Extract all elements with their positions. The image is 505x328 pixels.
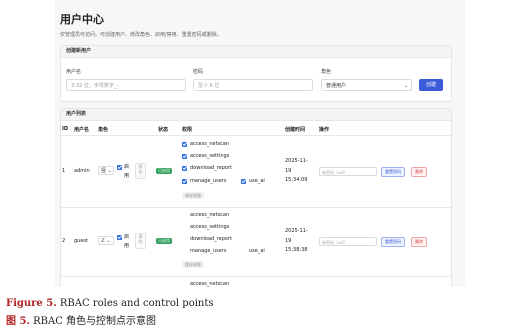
perm-checkbox-access-netscan[interactable] [182,142,187,147]
figure-label-zh: 图 5. [6,316,30,327]
created-date: 2025-11- [285,158,308,164]
perm-label: access_netscan [190,212,230,218]
created-day: 19 [285,168,292,174]
row-username: guest [74,238,88,244]
enabled-label-2: 用 [124,173,130,179]
status-badge: 已启用 [156,238,172,244]
screenshot: 用户中心 仅管理员可访问。可创建用户、修改角色、启用/禁用、重置密码或删除。 创… [55,0,465,287]
perm-label: access_netscan [190,281,230,287]
enabled-label: 启 [124,164,130,170]
delete-button[interactable]: 删除 [411,167,427,177]
enabled-checkbox[interactable] [117,165,122,170]
perm-checkbox-use-ai[interactable] [241,179,246,184]
enabled-checkbox[interactable] [117,235,122,240]
col-id: ID [62,126,69,132]
save-permissions-button[interactable]: 保存权限 [182,192,204,199]
created-date: 2025-11- [285,228,308,234]
table-row: 2 guest ℤ ⌄ 启 用 保 存 已启用 access_netscan a… [61,208,451,276]
perm-label: access_settings [190,153,230,159]
col-permissions: 权限 [182,127,193,133]
create-button[interactable]: 创建 [419,79,443,91]
table-row: access_netscan [61,277,451,287]
user-list-card: 用户列表 ID 用户名 角色 状态 权限 创建时间 操作 1 admin 竖 ⌄… [60,108,452,287]
role-label: 角色 [321,69,332,75]
figure-text-en: RBAC roles and control points [56,298,214,309]
row-role-select[interactable]: 竖 ⌄ [98,166,114,175]
password-input[interactable]: 至少 6 位 [193,79,313,91]
chevron-down-icon: ⌄ [403,83,408,89]
figure-caption-zh: 图 5. RBAC 角色与控制点示意图 [6,312,156,327]
role-select-value: 普通用户 [326,83,347,89]
perm-label: manage_users [190,178,227,184]
delete-button[interactable]: 删除 [411,237,427,247]
username-input[interactable]: 3-32 位，字母数字_- [66,79,186,91]
col-username: 用户名 [74,127,90,133]
created-time: 15:38:38 [285,247,308,253]
created-time: 15:34:09 [285,177,308,183]
figure-label-en: Figure 5. [6,298,57,309]
save-permissions-button[interactable]: 保存权限 [182,261,204,268]
row-id: 2 [62,238,66,244]
perm-label: access_settings [190,224,230,230]
enabled-label-2: 用 [124,243,130,249]
perm-label: download_report [190,236,232,242]
page-title: 用户中心 [60,13,104,26]
col-created: 创建时间 [285,127,306,133]
status-badge: 已启用 [156,168,172,174]
reset-password-button[interactable]: 重置密码 [381,237,405,247]
perm-checkbox-manage-users[interactable] [182,179,187,184]
perm-label: download_report [190,165,232,171]
new-password-input[interactable]: 新密码（≥6） [319,167,377,176]
created-day: 19 [285,238,292,244]
row-role-select[interactable]: ℤ ⌄ [98,236,114,245]
perm-checkbox-download-report[interactable] [182,166,187,171]
perm-checkbox-access-settings[interactable] [182,154,187,159]
role-select[interactable]: 普通用户 ⌄ [321,79,412,91]
table-row: 1 admin 竖 ⌄ 启 用 保 存 已启用 access_netscan a… [61,136,451,207]
reset-password-button[interactable]: 重置密码 [381,167,405,177]
figure-text-zh: RBAC 角色与控制点示意图 [29,316,157,327]
perm-label: access_netscan [190,141,230,147]
password-label: 密码 [193,69,204,75]
figure-caption-en: Figure 5. RBAC roles and control points [6,298,214,309]
save-role-button[interactable]: 保 存 [135,163,146,179]
row-username: admin [74,168,90,174]
page-subtitle: 仅管理员可访问。可创建用户、修改角色、启用/禁用、重置密码或删除。 [60,32,222,38]
save-role-button[interactable]: 保 存 [135,233,146,249]
username-label: 用户名 [66,69,82,75]
col-actions: 操作 [319,127,330,133]
create-user-header: 创建新用户 [61,46,451,58]
create-user-card: 创建新用户 用户名 3-32 位，字母数字_- 密码 至少 6 位 角色 普通用… [60,45,452,102]
perm-label: use_ai [249,248,265,254]
col-role: 角色 [98,127,109,133]
perm-label: use_ai [249,178,265,184]
enabled-label: 启 [124,234,130,240]
row-id: 1 [62,168,66,174]
col-status: 状态 [158,127,169,133]
user-list-header: 用户列表 [61,109,451,121]
perm-label: manage_users [190,248,227,254]
new-password-input[interactable]: 新密码（≥6） [319,237,377,246]
